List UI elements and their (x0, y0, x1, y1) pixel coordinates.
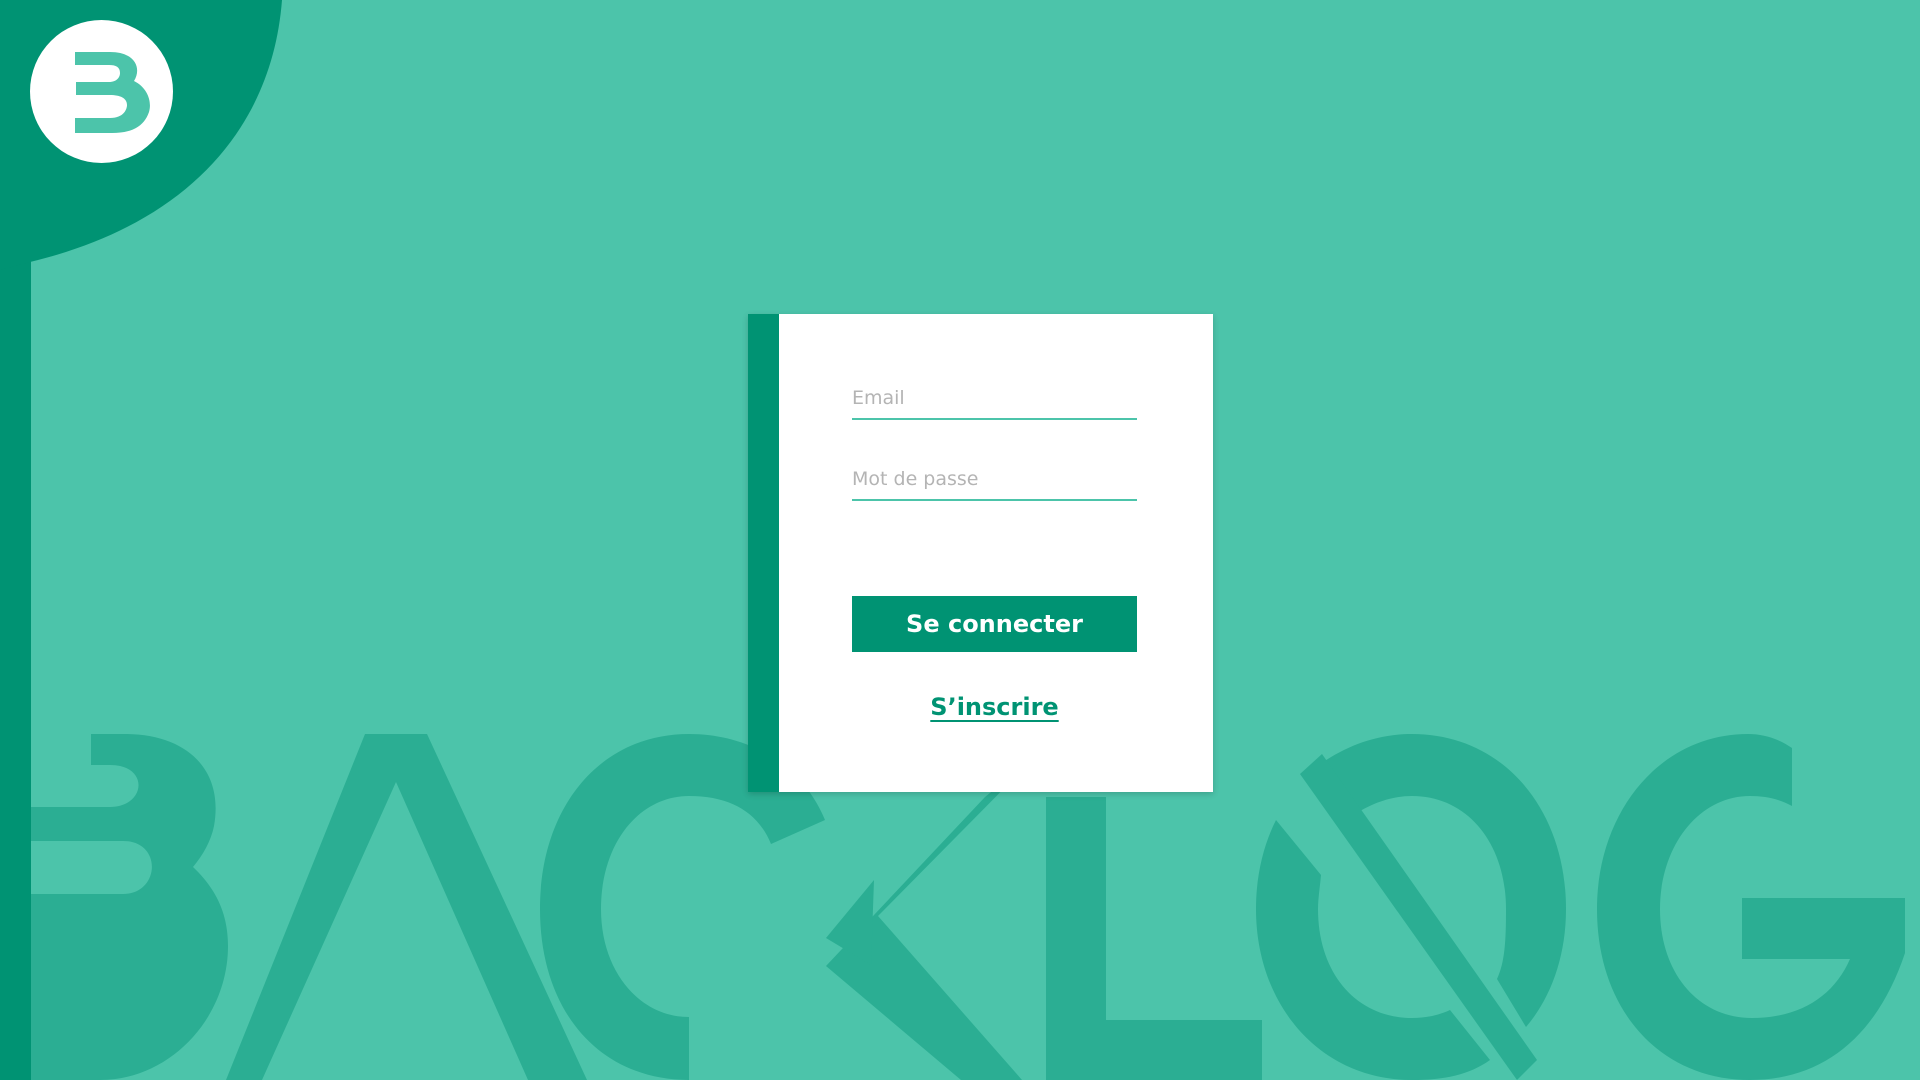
login-card: Se connecter S’inscrire (748, 314, 1213, 792)
password-field[interactable] (852, 459, 1137, 501)
card-accent-bar (748, 314, 779, 792)
login-button[interactable]: Se connecter (852, 596, 1137, 652)
signup-link[interactable]: S’inscrire (852, 693, 1137, 721)
app-logo (30, 20, 173, 163)
login-page: Se connecter S’inscrire (0, 0, 1920, 1080)
backlog-b-logo-icon (75, 52, 150, 133)
email-field[interactable] (852, 378, 1137, 420)
